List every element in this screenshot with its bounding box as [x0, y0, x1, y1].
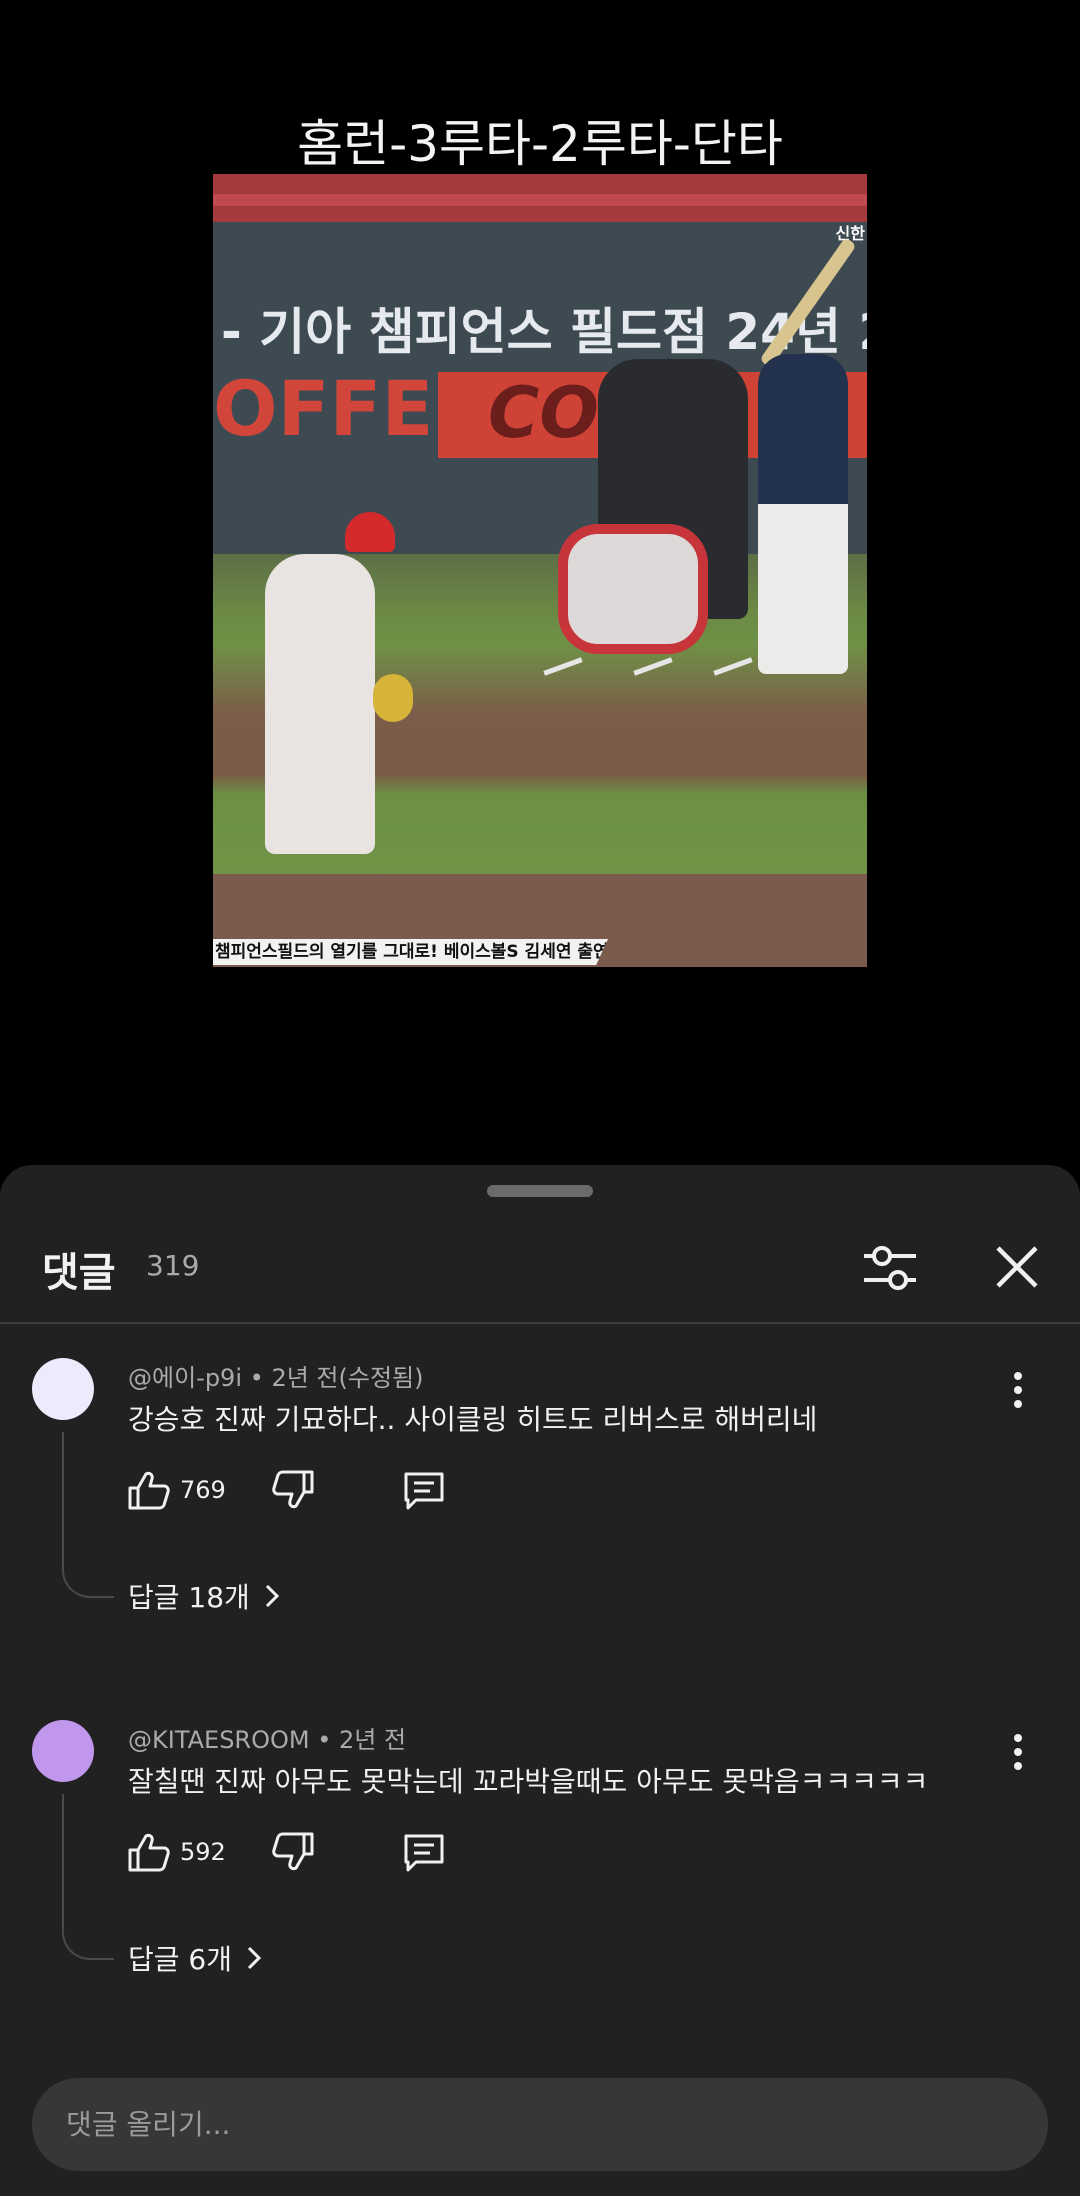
catcher-figure	[558, 524, 708, 654]
comment-time: 2년 전	[339, 1726, 407, 1754]
sheet-drag-handle[interactable]	[487, 1185, 593, 1197]
meta-separator: •	[249, 1364, 272, 1392]
pitcher-figure	[265, 554, 375, 854]
video-caption: 홈런-3루타-2루타-단타	[297, 115, 783, 173]
comments-header: 댓글 319	[0, 1220, 1080, 1320]
thread-line	[62, 1794, 114, 1960]
comment-input-box[interactable]	[32, 2078, 1048, 2171]
reply-comment-icon[interactable]	[402, 1468, 446, 1512]
chevron-right-icon	[247, 1946, 262, 1970]
reply-comment-icon[interactable]	[402, 1830, 446, 1874]
comment-actions: 769	[126, 1468, 626, 1518]
filter-sliders-icon[interactable]	[860, 1238, 920, 1298]
thumbs-up-icon[interactable]	[126, 1468, 170, 1512]
video-frame[interactable]: 신한 - 기아 챔피언스 필드점 24년 2월 OFFEE CO 챔피언스필드의…	[213, 174, 867, 967]
close-icon[interactable]	[988, 1238, 1046, 1296]
thumbs-down-icon[interactable]	[272, 1830, 316, 1874]
avatar[interactable]	[32, 1720, 94, 1782]
like-count: 592	[180, 1838, 226, 1866]
batter-figure	[758, 354, 848, 674]
chevron-right-icon	[265, 1584, 279, 1608]
thumbs-down-icon[interactable]	[272, 1468, 316, 1512]
comment-author[interactable]: @KITAESROOM	[128, 1726, 310, 1754]
comment-meta: @에이-p9i • 2년 전(수정됨)	[128, 1358, 423, 1393]
wall-band	[213, 194, 867, 206]
brand-right-text: CO	[488, 372, 599, 454]
thread-line	[62, 1432, 114, 1598]
comment-meta: @KITAESROOM • 2년 전	[128, 1720, 406, 1755]
header-divider	[0, 1322, 1080, 1324]
more-vert-icon[interactable]	[1000, 1366, 1036, 1414]
comment-text: 강승호 진짜 기묘하다.. 사이클링 히트도 리버스로 해버리네	[128, 1403, 818, 1436]
video-player[interactable]: 홈런-3루타-2루타-단타 신한 - 기아 챔피언스 필드점 24년 2월 OF…	[0, 0, 1080, 1165]
thumbs-up-icon[interactable]	[126, 1830, 170, 1874]
comments-title: 댓글	[42, 1250, 116, 1296]
more-vert-icon[interactable]	[1000, 1728, 1036, 1776]
replies-label: 답글 6개	[128, 1943, 232, 1976]
comment-item: @에이-p9i • 2년 전(수정됨) 강승호 진짜 기묘하다.. 사이클링 히…	[0, 1358, 1080, 1698]
meta-separator: •	[317, 1726, 340, 1754]
comment-input-area	[0, 2058, 1080, 2196]
comment-item: @KITAESROOM • 2년 전 잘칠땐 진짜 아무도 못막는데 꼬라박을때…	[0, 1720, 1080, 2060]
comment-time: 2년 전(수정됨)	[271, 1364, 424, 1392]
view-replies-button[interactable]: 답글 18개	[128, 1576, 286, 1616]
comment-text: 잘칠땐 진짜 아무도 못막는데 꼬라박을때도 아무도 못막음ㅋㅋㅋㅋㅋ	[128, 1765, 929, 1798]
comment-actions: 592	[126, 1830, 626, 1880]
pitcher-glove	[373, 674, 413, 722]
avatar[interactable]	[32, 1358, 94, 1420]
like-count: 769	[180, 1476, 226, 1504]
broadcast-subtitle: 챔피언스필드의 열기를 그대로! 베이스볼S 김세연 출연	[213, 939, 608, 965]
comments-count: 319	[146, 1249, 200, 1282]
comment-input[interactable]	[66, 2078, 1006, 2171]
replies-label: 답글 18개	[128, 1581, 250, 1614]
view-replies-button[interactable]: 답글 6개	[128, 1938, 268, 1978]
comment-author[interactable]: @에이-p9i	[128, 1364, 242, 1392]
